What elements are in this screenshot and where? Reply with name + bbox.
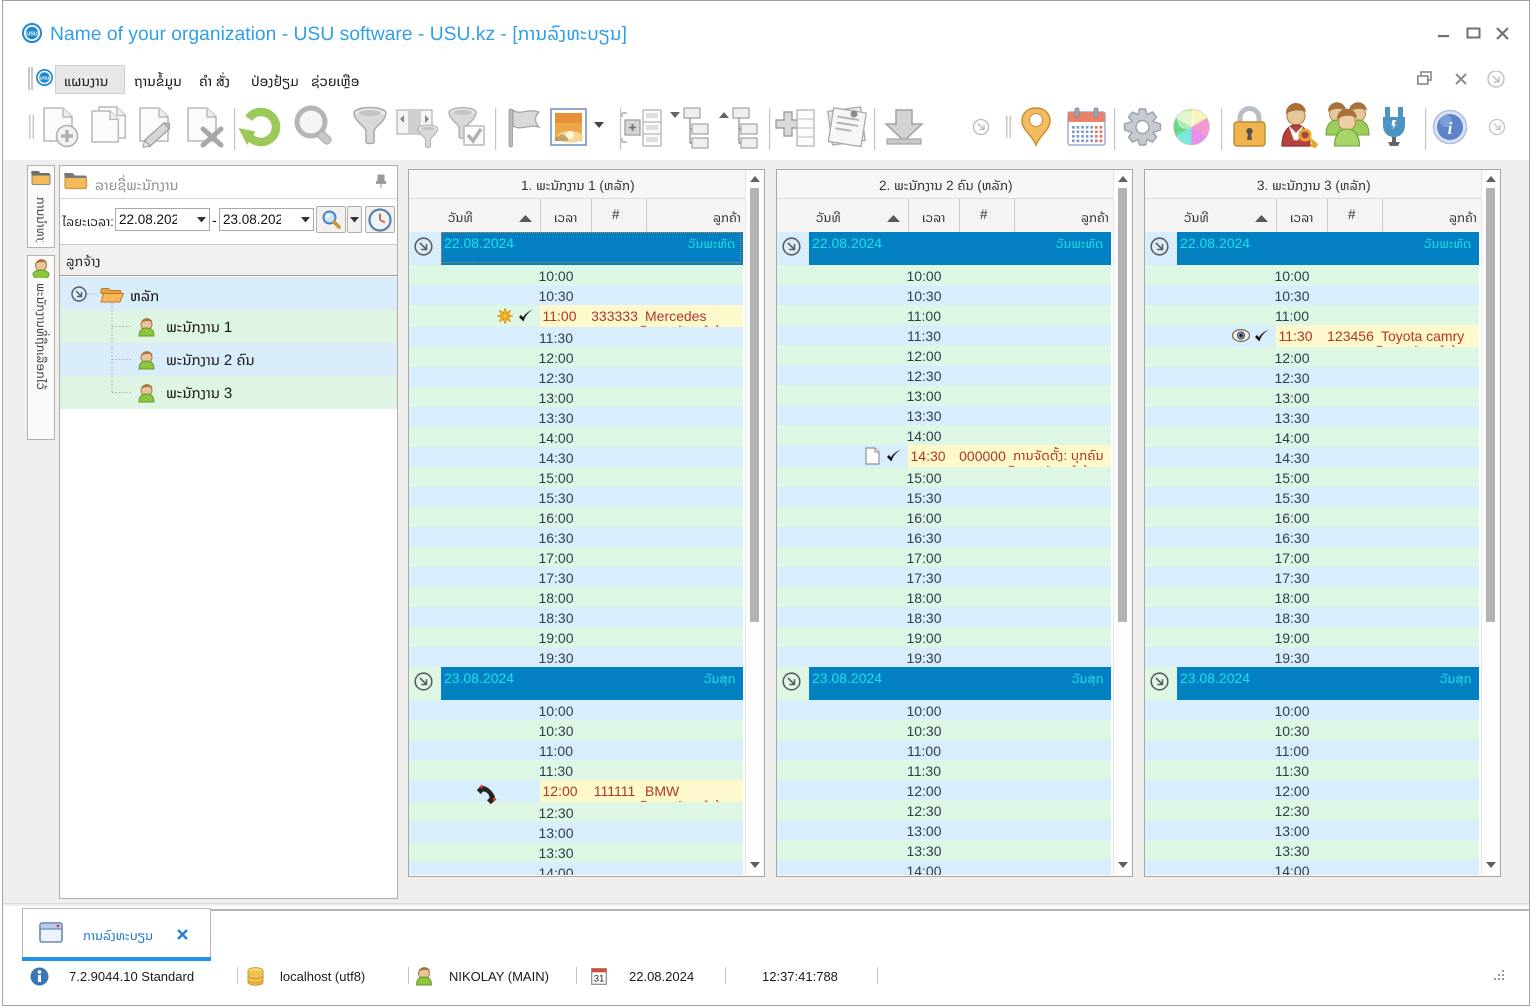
svg-text:i: i [1448, 119, 1453, 138]
svg-text:USU: USU [26, 32, 37, 38]
svg-text:31: 31 [594, 974, 605, 985]
svg-text:USU: USU [40, 76, 50, 81]
